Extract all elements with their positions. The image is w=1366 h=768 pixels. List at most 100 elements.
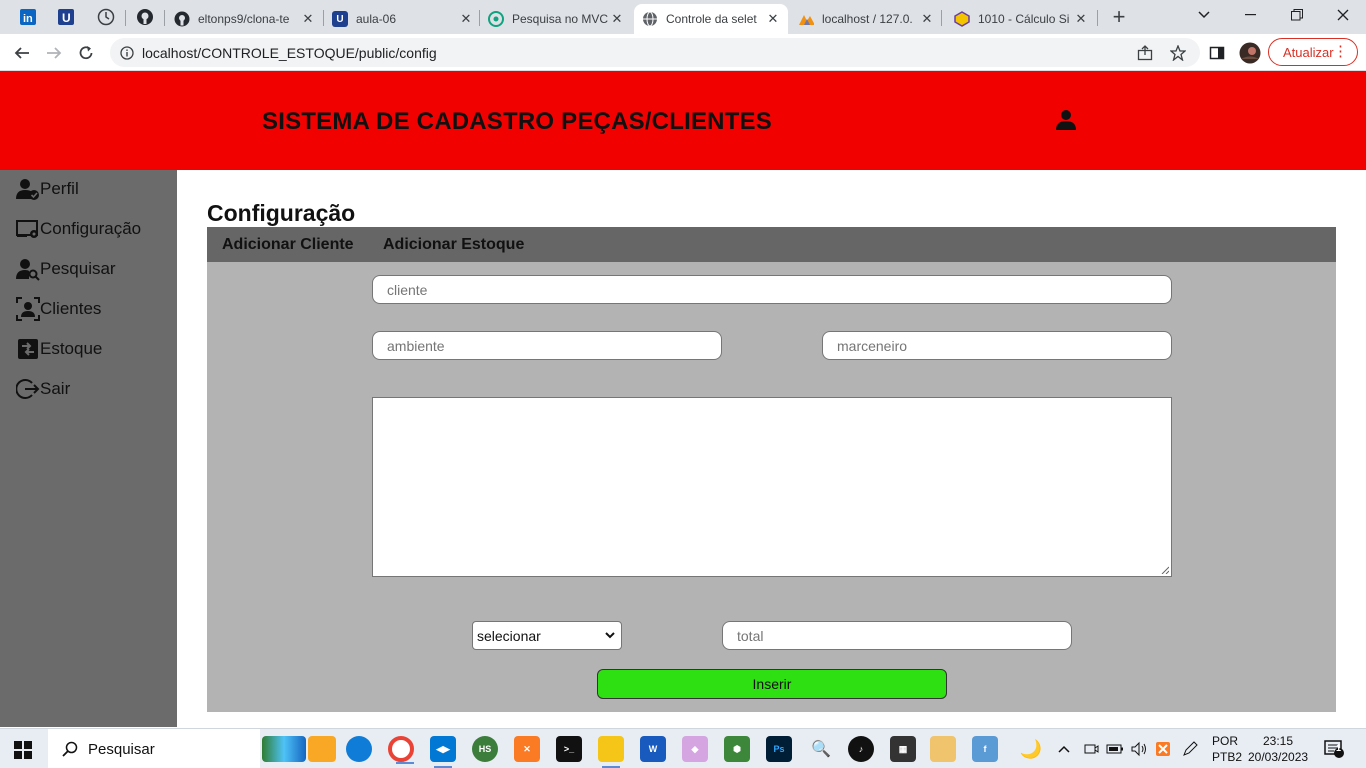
git-app-icon[interactable]: ◆ xyxy=(682,736,708,762)
widgets-icon[interactable] xyxy=(262,736,306,762)
close-tab-icon[interactable]: ✕ xyxy=(766,11,780,27)
restore-button[interactable] xyxy=(1274,0,1320,30)
terminal-icon[interactable]: >_ xyxy=(556,736,582,762)
notification-count: 1 xyxy=(1336,743,1342,753)
taskbar-search[interactable]: Pesquisar xyxy=(48,729,260,768)
search-icon xyxy=(62,741,78,757)
sidebar-item-configuracao[interactable]: Configuração xyxy=(16,216,141,242)
battery-icon[interactable] xyxy=(1106,729,1124,768)
sidebar-item-label: Perfil xyxy=(40,179,79,198)
sidebar-item-label: Sair xyxy=(40,379,71,398)
reload-icon xyxy=(79,46,93,60)
insert-button[interactable]: Inserir xyxy=(597,669,947,699)
close-tab-icon[interactable]: ✕ xyxy=(1074,11,1088,27)
bookmark-star-icon[interactable] xyxy=(1169,44,1187,62)
magnifier-icon[interactable]: 🔍 xyxy=(808,736,834,762)
tab-pesquisa-mvc[interactable]: Pesquisa no MVC ✕ xyxy=(480,4,632,34)
client-form: cliente ambiente marceneiro selecionar t… xyxy=(207,262,1336,712)
url-text: localhost/CONTROLE_ESTOQUE/public/config xyxy=(142,45,437,61)
arrow-right-icon xyxy=(47,47,62,59)
tray-meet-icon[interactable] xyxy=(1083,729,1099,768)
volume-icon[interactable] xyxy=(1130,729,1148,768)
sidebar-item-estoque[interactable]: Estoque xyxy=(16,336,102,362)
linkedin-pinned-tab[interactable]: in xyxy=(14,5,42,29)
tab-adicionar-cliente[interactable]: Adicionar Cliente xyxy=(222,236,354,254)
ambiente-input[interactable]: ambiente xyxy=(372,331,722,360)
clock-icon xyxy=(97,8,115,26)
sidebar-item-pesquisar[interactable]: Pesquisar xyxy=(16,256,116,282)
tab-phpmyadmin[interactable]: localhost / 127.0. ✕ xyxy=(790,4,942,34)
reload-button[interactable] xyxy=(73,40,99,66)
marceneiro-input[interactable]: marceneiro xyxy=(822,331,1172,360)
clock-pinned-tab[interactable] xyxy=(92,5,120,29)
clients-icon xyxy=(16,297,40,321)
chrome-icon[interactable] xyxy=(388,736,414,764)
sidebar-item-label: Configuração xyxy=(40,219,142,238)
back-button[interactable] xyxy=(9,40,35,66)
fusion-icon[interactable]: f xyxy=(972,736,998,762)
sidebar: Perfil Configuração Pesquisar Clientes E… xyxy=(0,170,177,727)
info-icon[interactable] xyxy=(118,44,136,62)
tab-controle-selecao[interactable]: Controle da selet ✕ xyxy=(634,4,788,34)
video-editor-icon[interactable]: ▦ xyxy=(890,736,916,762)
beecrowd-icon xyxy=(954,11,970,27)
chevron-down-icon xyxy=(1198,11,1210,19)
github-pinned-tab[interactable] xyxy=(131,5,159,29)
forward-button[interactable] xyxy=(41,40,67,66)
select-dropdown[interactable]: selecionar xyxy=(472,621,622,650)
notification-center-icon[interactable]: 1 xyxy=(1324,729,1344,768)
tab-beecrowd[interactable]: 1010 - Cálculo Si ✕ xyxy=(946,4,1096,34)
xampp-tray-icon[interactable] xyxy=(1155,729,1171,768)
close-window-button[interactable] xyxy=(1320,0,1366,30)
hs-icon[interactable]: HS xyxy=(472,736,498,762)
minimize-button[interactable] xyxy=(1228,0,1274,30)
sidebar-item-clientes[interactable]: Clientes xyxy=(16,296,101,322)
moon-icon[interactable]: 🌙 xyxy=(1018,736,1044,762)
file-explorer-icon[interactable] xyxy=(598,736,624,768)
menu-dots-icon[interactable]: ⋮ xyxy=(1333,43,1348,61)
taskbar-clock[interactable]: 23:15 20/03/2023 xyxy=(1248,733,1308,765)
side-panel-button[interactable] xyxy=(1204,40,1230,66)
tab-title: localhost / 127.0. xyxy=(822,12,913,26)
close-tab-icon[interactable]: ✕ xyxy=(920,11,934,27)
share-icon[interactable] xyxy=(1136,44,1154,62)
vscode-icon[interactable]: ◀▶ xyxy=(430,736,456,768)
update-button[interactable]: Atualizar ⋮ xyxy=(1268,38,1358,66)
sidebar-item-sair[interactable]: Sair xyxy=(16,376,70,402)
paint-icon[interactable] xyxy=(930,736,956,762)
config-tabs: Adicionar Cliente Adicionar Estoque xyxy=(207,227,1336,262)
xampp-icon[interactable]: ✕ xyxy=(514,736,540,762)
omnibox[interactable]: localhost/CONTROLE_ESTOQUE/public/config xyxy=(110,38,1200,67)
total-input[interactable]: total xyxy=(722,621,1072,650)
windows-start-icon[interactable] xyxy=(14,741,32,759)
tab-search-button[interactable] xyxy=(1181,0,1227,30)
resize-handle-icon[interactable] xyxy=(1161,566,1169,574)
photoshop-icon[interactable]: Ps xyxy=(766,736,792,762)
description-textarea[interactable] xyxy=(372,397,1172,577)
word-icon[interactable]: W xyxy=(640,736,666,762)
cliente-input[interactable]: cliente xyxy=(372,275,1172,304)
weather-icon[interactable] xyxy=(308,736,336,762)
tiktok-icon[interactable]: ♪ xyxy=(848,736,874,762)
close-tab-icon[interactable]: ✕ xyxy=(459,11,473,27)
tray-chevron-up-icon[interactable] xyxy=(1058,729,1070,768)
tab-github-repo[interactable]: eltonps9/clona-te ✕ xyxy=(166,4,323,34)
minimize-icon xyxy=(1245,14,1256,16)
sidebar-item-perfil[interactable]: Perfil xyxy=(16,176,79,202)
nodejs-icon[interactable]: ⬢ xyxy=(724,736,750,762)
u-logo-pinned-tab[interactable]: U xyxy=(52,5,80,29)
pen-icon[interactable] xyxy=(1182,729,1198,768)
close-tab-icon[interactable]: ✕ xyxy=(301,11,315,27)
language-indicator[interactable]: POR PTB2 xyxy=(1212,733,1242,765)
new-tab-button[interactable]: + xyxy=(1105,4,1133,29)
linkedin-icon: in xyxy=(20,9,36,25)
close-tab-icon[interactable]: ✕ xyxy=(610,11,624,27)
tab-adicionar-estoque[interactable]: Adicionar Estoque xyxy=(383,236,524,254)
page-title: Configuração xyxy=(207,200,356,226)
tab-aula-06[interactable]: U aula-06 ✕ xyxy=(324,4,481,34)
profile-avatar[interactable] xyxy=(1237,40,1263,66)
user-icon[interactable] xyxy=(1054,108,1078,132)
stock-icon xyxy=(16,337,40,361)
main-content: Configuração Adicionar Cliente Adicionar… xyxy=(177,170,1366,727)
edge-icon[interactable] xyxy=(346,736,372,762)
